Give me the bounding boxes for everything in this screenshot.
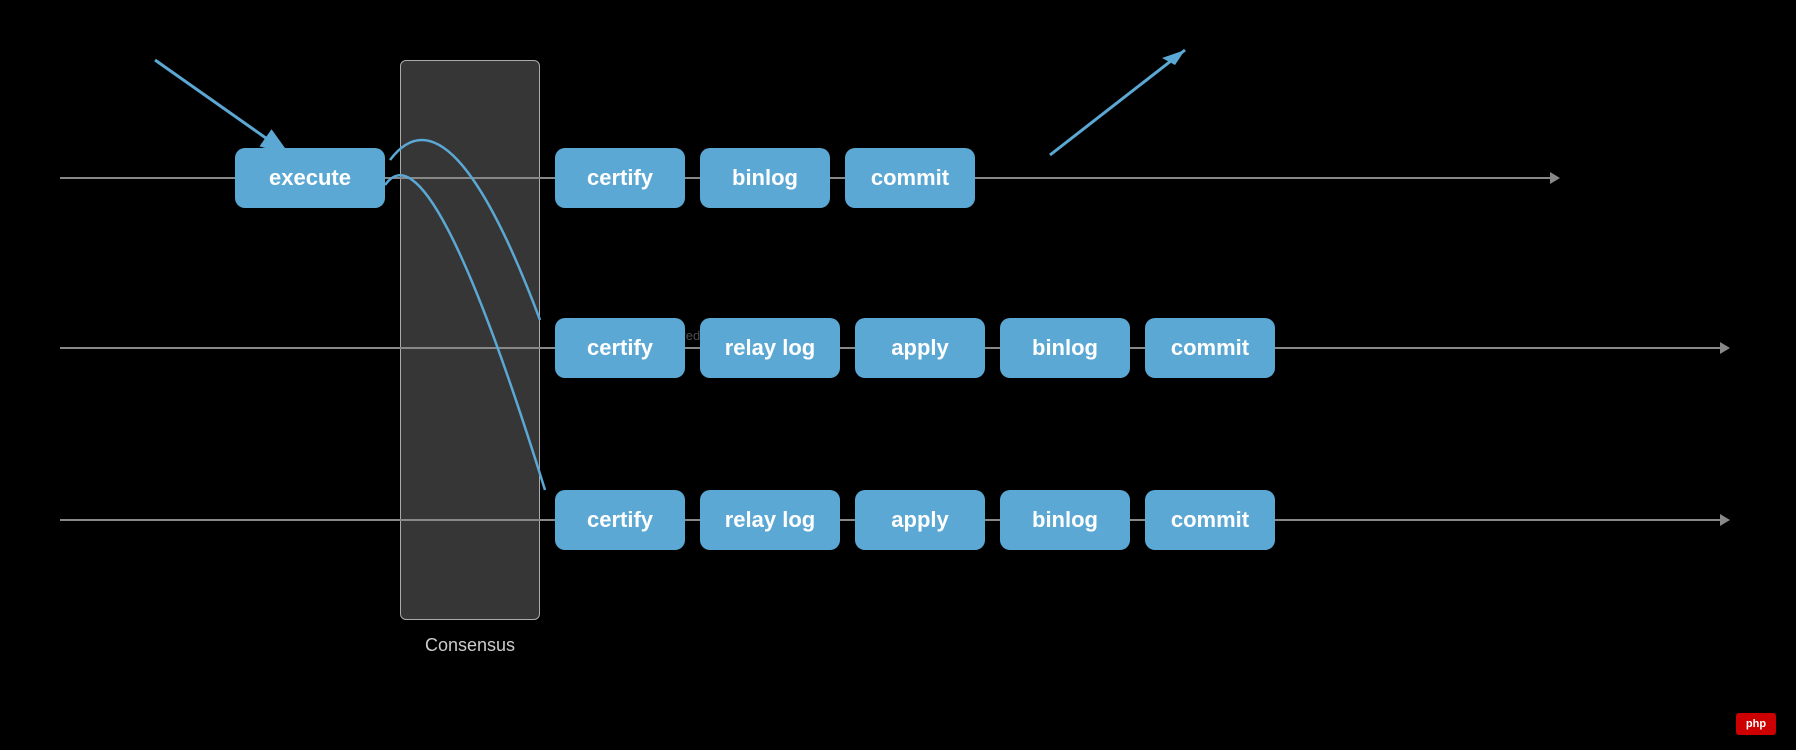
r1-commit-node: commit [845,148,975,208]
r1-certify-label: certify [587,165,653,191]
r3-apply-node: apply [855,490,985,550]
r2-apply-label: apply [891,335,948,361]
r3-relaylog-label: relay log [725,507,815,533]
r3-commit-node: commit [1145,490,1275,550]
r1-commit-label: commit [871,165,949,191]
r3-binlog-label: binlog [1032,507,1098,533]
r2-binlog-label: binlog [1032,335,1098,361]
r2-binlog-node: binlog [1000,318,1130,378]
r3-binlog-node: binlog [1000,490,1130,550]
r3-apply-label: apply [891,507,948,533]
r2-certify-label: certify [587,335,653,361]
consensus-label: Consensus [400,635,540,656]
r2-commit-label: commit [1171,335,1249,361]
r3-certify-label: certify [587,507,653,533]
r1-binlog-node: binlog [700,148,830,208]
r1-certify-node: certify [555,148,685,208]
r2-relaylog-label: relay log [725,335,815,361]
r3-certify-node: certify [555,490,685,550]
r3-commit-label: commit [1171,507,1249,533]
execute-node: execute [235,148,385,208]
r3-relaylog-node: relay log [700,490,840,550]
execute-label: execute [269,165,351,191]
diagram-container: http://blue-redo.net/mongodb execute cer… [0,0,1796,750]
r2-apply-node: apply [855,318,985,378]
r1-binlog-label: binlog [732,165,798,191]
php-label: php [1746,718,1766,730]
php-badge: php [1736,713,1776,735]
r2-commit-node: commit [1145,318,1275,378]
r2-certify-node: certify [555,318,685,378]
r2-relaylog-node: relay log [700,318,840,378]
